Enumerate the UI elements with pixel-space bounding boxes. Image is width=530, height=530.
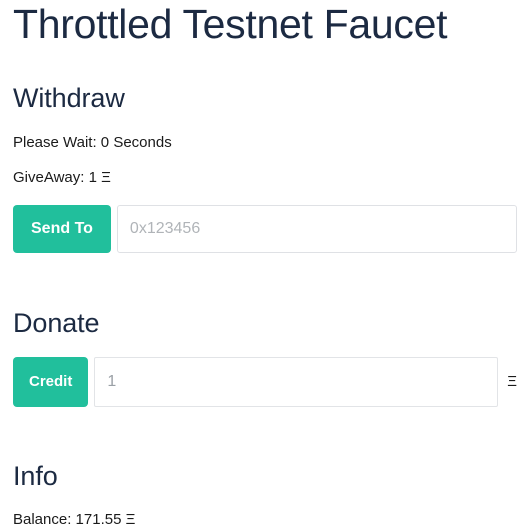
donate-amount-stepper[interactable] — [94, 356, 499, 407]
donate-input-group: Credit Ξ — [13, 356, 517, 407]
please-wait-text: Please Wait: 0 Seconds — [13, 133, 172, 151]
ether-unit-label: Ξ — [507, 372, 517, 390]
withdraw-section-heading: Withdraw — [13, 82, 125, 113]
withdraw-input-group: Send To — [13, 205, 517, 254]
page-title: Throttled Testnet Faucet — [13, 1, 448, 47]
send-to-button[interactable]: Send To — [13, 205, 111, 254]
info-section-heading: Info — [13, 460, 58, 491]
donate-section-heading: Donate — [13, 308, 100, 339]
recipient-address-input[interactable] — [116, 205, 517, 254]
balance-text: Balance: 171.55 Ξ — [13, 510, 136, 528]
credit-button[interactable]: Credit — [13, 356, 89, 407]
giveaway-text: GiveAway: 1 Ξ — [13, 169, 111, 187]
faucet-page: Throttled Testnet Faucet Withdraw Please… — [0, 0, 530, 530]
